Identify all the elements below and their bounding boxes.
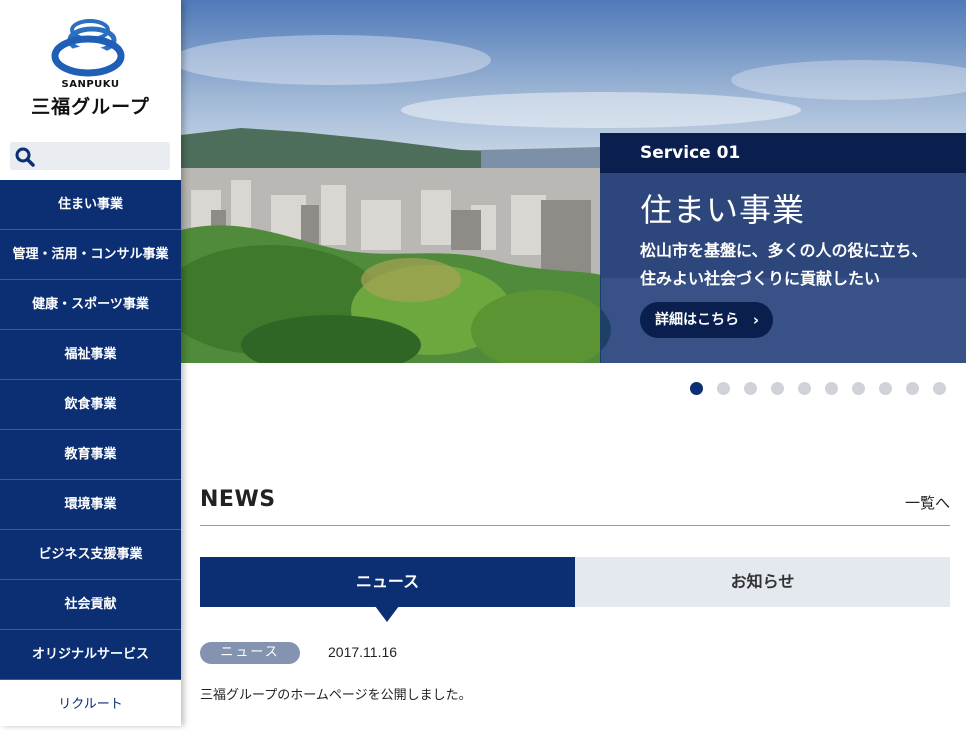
slider-dot-7[interactable] bbox=[852, 382, 865, 395]
slider-dot-8[interactable] bbox=[879, 382, 892, 395]
logo-title: 三福グループ bbox=[31, 96, 150, 118]
slider-dot-6[interactable] bbox=[825, 382, 838, 395]
sanpuku-logo-icon bbox=[51, 19, 125, 77]
search-input[interactable] bbox=[42, 144, 164, 168]
tab-news[interactable]: ニュース bbox=[200, 557, 575, 607]
nav-item-management[interactable]: 管理・活用・コンサル事業 bbox=[0, 230, 181, 280]
nav-item-food[interactable]: 飲食事業 bbox=[0, 380, 181, 430]
news-more-link[interactable]: 一覧へ bbox=[905, 492, 950, 513]
nav-item-welfare[interactable]: 福祉事業 bbox=[0, 330, 181, 380]
news-category-badge: ニュース bbox=[200, 642, 300, 664]
hero-service-label: Service 01 bbox=[640, 143, 741, 163]
logo-sub: SANPUKU bbox=[61, 79, 120, 90]
nav-item-social[interactable]: 社会貢献 bbox=[0, 580, 181, 630]
slider-dot-9[interactable] bbox=[906, 382, 919, 395]
news-date: 2017.11.16 bbox=[328, 644, 398, 660]
hero-desc-line2: 住みよい社会づくりに貢献したい bbox=[640, 269, 881, 288]
nav-item-original-service[interactable]: オリジナルサービス bbox=[0, 630, 181, 680]
hero-slider: Service 01 住まい事業 松山市を基盤に、多くの人の役に立ち、 住みよい… bbox=[181, 0, 966, 363]
tab-notices[interactable]: お知らせ bbox=[575, 557, 950, 607]
slider-dot-5[interactable] bbox=[798, 382, 811, 395]
main-nav: 住まい事業 管理・活用・コンサル事業 健康・スポーツ事業 福祉事業 飲食事業 教… bbox=[0, 180, 181, 726]
hero-title: 住まい事業 bbox=[640, 191, 806, 229]
search-box bbox=[10, 142, 170, 170]
nav-item-health-sports[interactable]: 健康・スポーツ事業 bbox=[0, 280, 181, 330]
slider-dot-2[interactable] bbox=[717, 382, 730, 395]
hero-panel-header: Service 01 bbox=[600, 133, 966, 173]
nav-item-business-support[interactable]: ビジネス支援事業 bbox=[0, 530, 181, 580]
nav-item-housing[interactable]: 住まい事業 bbox=[0, 180, 181, 230]
hero-description: 松山市を基盤に、多くの人の役に立ち、 住みよい社会づくりに貢献したい bbox=[640, 237, 960, 293]
nav-item-environment[interactable]: 環境事業 bbox=[0, 480, 181, 530]
slider-dot-4[interactable] bbox=[771, 382, 784, 395]
news-header: NEWS 一覧へ bbox=[200, 486, 950, 526]
news-title: NEWS bbox=[200, 487, 276, 512]
tab-active-pointer bbox=[375, 606, 399, 622]
slider-dot-10[interactable] bbox=[933, 382, 946, 395]
search-icon[interactable] bbox=[14, 146, 36, 168]
chevron-right-icon: › bbox=[752, 311, 759, 329]
hero-details-button[interactable]: 詳細はこちら › bbox=[640, 302, 773, 338]
hero-details-label: 詳細はこちら bbox=[655, 312, 739, 328]
nav-item-recruit[interactable]: リクルート bbox=[0, 680, 181, 726]
logo[interactable]: SANPUKU 三福グループ bbox=[0, 0, 181, 130]
news-item-link[interactable]: 三福グループのホームページを公開しました。 bbox=[200, 684, 472, 703]
nav-item-education[interactable]: 教育事業 bbox=[0, 430, 181, 480]
hero-info-panel: Service 01 住まい事業 松山市を基盤に、多くの人の役に立ち、 住みよい… bbox=[600, 133, 966, 363]
sidebar: SANPUKU 三福グループ 住まい事業 管理・活用・コンサル事業 健康・スポー… bbox=[0, 0, 181, 726]
hero-desc-line1: 松山市を基盤に、多くの人の役に立ち、 bbox=[640, 241, 928, 260]
slider-dot-3[interactable] bbox=[744, 382, 757, 395]
slider-dot-1[interactable] bbox=[690, 382, 703, 395]
